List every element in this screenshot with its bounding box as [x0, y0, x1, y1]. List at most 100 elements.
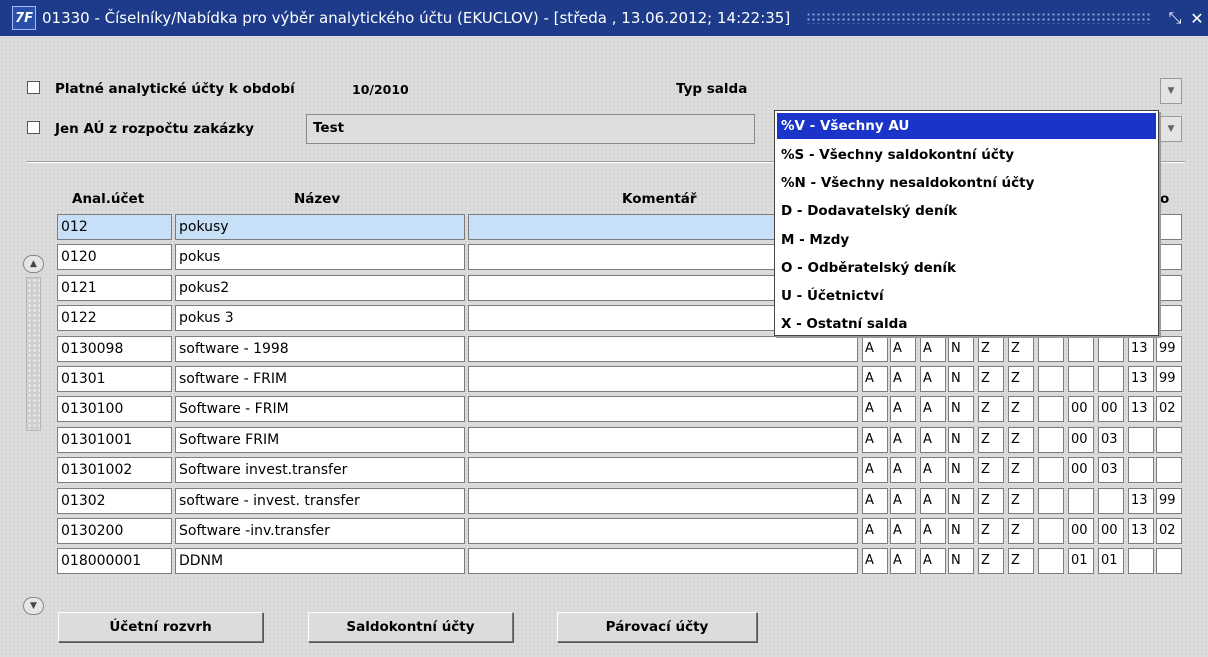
nazev-cell[interactable]: software - invest. transfer — [175, 487, 465, 514]
saldokontni-ucty-button[interactable]: Saldokontní účty — [308, 612, 513, 642]
flag-cell[interactable]: 00 — [1068, 396, 1094, 423]
nazev-cell[interactable]: pokus2 — [175, 274, 465, 301]
anal-ucet-cell[interactable]: 01301002 — [57, 457, 172, 484]
nazev-cell[interactable]: pokus — [175, 244, 465, 271]
flag-cell[interactable]: A — [862, 548, 888, 575]
close-icon[interactable]: ✕ — [1186, 9, 1208, 28]
dropdown-option[interactable]: %S - Všechny saldokontní účty — [775, 141, 1158, 169]
flag-cell[interactable]: 99 — [1156, 366, 1182, 392]
dropdown-option[interactable]: %V - Všechny AU — [777, 113, 1156, 139]
flag-cell[interactable]: N — [948, 426, 974, 453]
flag-cell[interactable] — [1038, 426, 1064, 453]
flag-cell[interactable] — [1098, 366, 1124, 392]
anal-ucet-cell[interactable]: 01301001 — [57, 426, 172, 453]
dropdown-option[interactable]: U - Účetnictví — [775, 282, 1158, 310]
komentar-cell[interactable] — [468, 457, 858, 484]
flag-cell[interactable] — [1038, 548, 1064, 575]
flag-cell[interactable] — [1038, 457, 1064, 484]
flag-cell[interactable] — [1156, 426, 1182, 453]
flag-cell[interactable]: N — [948, 335, 974, 362]
flag-cell[interactable]: 00 — [1068, 457, 1094, 484]
anal-ucet-cell[interactable]: 018000001 — [57, 548, 172, 575]
flag-cell[interactable]: N — [948, 548, 974, 575]
flag-cell[interactable]: A — [890, 366, 916, 392]
flag-cell[interactable]: 02 — [1156, 518, 1182, 544]
flag-cell[interactable]: 01 — [1068, 548, 1094, 575]
nazev-cell[interactable]: pokusy — [175, 214, 465, 240]
nazev-cell[interactable]: Software - FRIM — [175, 396, 465, 423]
dropdown-option[interactable]: O - Odběratelský deník — [775, 254, 1158, 282]
flag-cell[interactable]: 01 — [1098, 548, 1124, 575]
flag-cell[interactable]: 13 — [1128, 335, 1154, 362]
nazev-cell[interactable]: Software FRIM — [175, 426, 465, 453]
komentar-cell[interactable] — [468, 426, 858, 453]
flag-cell[interactable] — [1156, 214, 1182, 240]
nazev-cell[interactable]: software - FRIM — [175, 366, 465, 392]
anal-ucet-cell[interactable]: 01302 — [57, 487, 172, 514]
flag-cell[interactable]: 03 — [1098, 426, 1124, 453]
flag-cell[interactable]: 13 — [1128, 396, 1154, 423]
anal-ucet-cell[interactable]: 0130100 — [57, 396, 172, 423]
flag-cell[interactable]: Z — [978, 548, 1004, 575]
flag-cell[interactable]: A — [920, 518, 946, 544]
flag-cell[interactable]: A — [862, 335, 888, 362]
flag-cell[interactable]: A — [890, 426, 916, 453]
flag-cell[interactable]: A — [862, 366, 888, 392]
flag-cell[interactable]: 00 — [1068, 426, 1094, 453]
nazev-cell[interactable]: Software invest.transfer — [175, 457, 465, 484]
anal-ucet-cell[interactable]: 0130098 — [57, 335, 172, 362]
flag-cell[interactable]: Z — [978, 426, 1004, 453]
flag-cell[interactable] — [1068, 335, 1094, 362]
flag-cell[interactable] — [1038, 335, 1064, 362]
flag-cell[interactable]: Z — [1008, 396, 1034, 423]
flag-cell[interactable]: Z — [1008, 518, 1034, 544]
komentar-cell[interactable] — [468, 518, 858, 544]
flag-cell[interactable] — [1068, 487, 1094, 514]
flag-cell[interactable]: Z — [978, 487, 1004, 514]
flag-cell[interactable]: A — [862, 396, 888, 423]
flag-cell[interactable]: 99 — [1156, 487, 1182, 514]
parovaci-ucty-button[interactable]: Párovací účty — [557, 612, 757, 642]
flag-cell[interactable]: N — [948, 396, 974, 423]
anal-ucet-cell[interactable]: 0121 — [57, 274, 172, 301]
flag-cell[interactable]: A — [890, 335, 916, 362]
typ-salda-dropdown-button[interactable]: ▼ — [1160, 78, 1182, 104]
flag-cell[interactable] — [1128, 548, 1154, 575]
komentar-cell[interactable] — [468, 366, 858, 392]
flag-cell[interactable]: A — [890, 518, 916, 544]
flag-cell[interactable]: 00 — [1068, 518, 1094, 544]
second-dropdown-button[interactable]: ▼ — [1160, 116, 1182, 142]
scroll-down-icon[interactable]: ▼ — [23, 597, 44, 615]
anal-ucet-cell[interactable]: 01301 — [57, 366, 172, 392]
flag-cell[interactable]: Z — [978, 366, 1004, 392]
flag-cell[interactable] — [1068, 366, 1094, 392]
flag-cell[interactable]: Z — [1008, 426, 1034, 453]
flag-cell[interactable]: A — [862, 487, 888, 514]
flag-cell[interactable]: A — [890, 396, 916, 423]
nazev-cell[interactable]: DDNM — [175, 548, 465, 575]
flag-cell[interactable]: Z — [1008, 335, 1034, 362]
anal-ucet-cell[interactable]: 0122 — [57, 305, 172, 332]
flag-cell[interactable]: A — [920, 396, 946, 423]
flag-cell[interactable]: 13 — [1128, 518, 1154, 544]
flag-cell[interactable] — [1156, 274, 1182, 301]
komentar-cell[interactable] — [468, 335, 858, 362]
flag-cell[interactable]: 99 — [1156, 335, 1182, 362]
flag-cell[interactable]: A — [920, 335, 946, 362]
flag-cell[interactable]: A — [920, 366, 946, 392]
scroll-thumb[interactable] — [26, 277, 41, 431]
flag-cell[interactable]: Z — [1008, 366, 1034, 392]
komentar-cell[interactable] — [468, 548, 858, 575]
flag-cell[interactable]: 00 — [1098, 396, 1124, 423]
flag-cell[interactable]: A — [920, 457, 946, 484]
komentar-cell[interactable] — [468, 396, 858, 423]
anal-ucet-cell[interactable]: 012 — [57, 214, 172, 240]
jen-au-checkbox[interactable] — [27, 121, 40, 134]
flag-cell[interactable] — [1098, 487, 1124, 514]
dropdown-option[interactable]: D - Dodavatelský deník — [775, 197, 1158, 225]
komentar-cell[interactable] — [468, 487, 858, 514]
nazev-cell[interactable]: pokus 3 — [175, 305, 465, 332]
flag-cell[interactable]: 02 — [1156, 396, 1182, 423]
flag-cell[interactable]: A — [890, 487, 916, 514]
dropdown-option[interactable]: X - Ostatní salda — [775, 310, 1158, 338]
